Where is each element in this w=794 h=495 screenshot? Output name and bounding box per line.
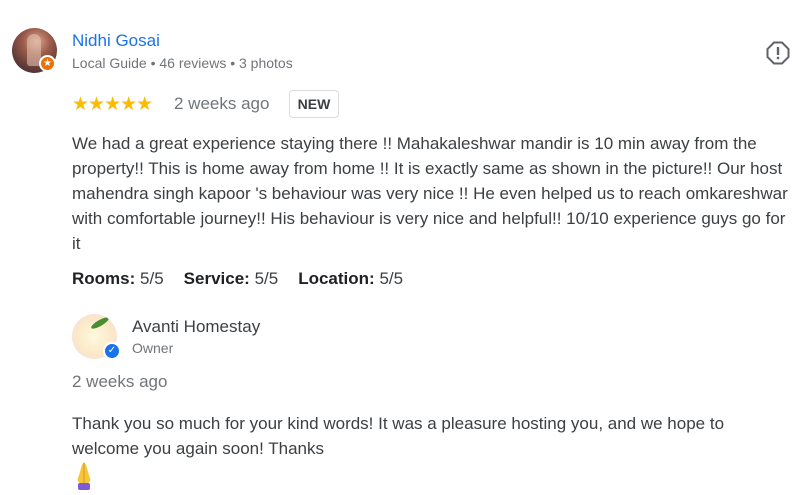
subrating-service: Service: 5/5 <box>184 269 279 289</box>
subrating-value: 5/5 <box>379 269 404 288</box>
verified-check-icon: ✓ <box>103 342 121 360</box>
reviewer-name[interactable]: Nidhi Gosai <box>72 31 160 51</box>
subrating-value: 5/5 <box>254 269 279 288</box>
leaf-icon <box>89 315 111 331</box>
local-guide-badge-icon: ★ <box>39 55 56 72</box>
review-text: We had a great experience staying there … <box>72 134 788 253</box>
subratings: Rooms: 5/5 Service: 5/5 Location: 5/5 <box>72 269 403 289</box>
folded-hands-icon <box>72 460 96 490</box>
subrating-label: Location: <box>298 269 375 288</box>
subrating-value: 5/5 <box>140 269 164 288</box>
owner-role: Owner <box>132 340 174 356</box>
subrating-rooms: Rooms: 5/5 <box>72 269 164 289</box>
owner-response-time: 2 weeks ago <box>72 372 168 391</box>
reviewer-meta[interactable]: Local Guide • 46 reviews • 3 photos <box>72 55 293 71</box>
star-rating: ★★★★★ <box>72 94 153 115</box>
owner-reply-text: Thank you so much for your kind words! I… <box>72 414 725 458</box>
subrating-label: Service: <box>183 269 250 288</box>
new-badge: NEW <box>289 90 339 118</box>
review-time: 2 weeks ago <box>174 94 270 113</box>
report-flag-icon[interactable] <box>766 41 790 65</box>
owner-name: Avanti Homestay <box>132 317 261 336</box>
subrating-label: Rooms: <box>72 269 136 288</box>
subrating-location: Location: 5/5 <box>298 269 403 289</box>
